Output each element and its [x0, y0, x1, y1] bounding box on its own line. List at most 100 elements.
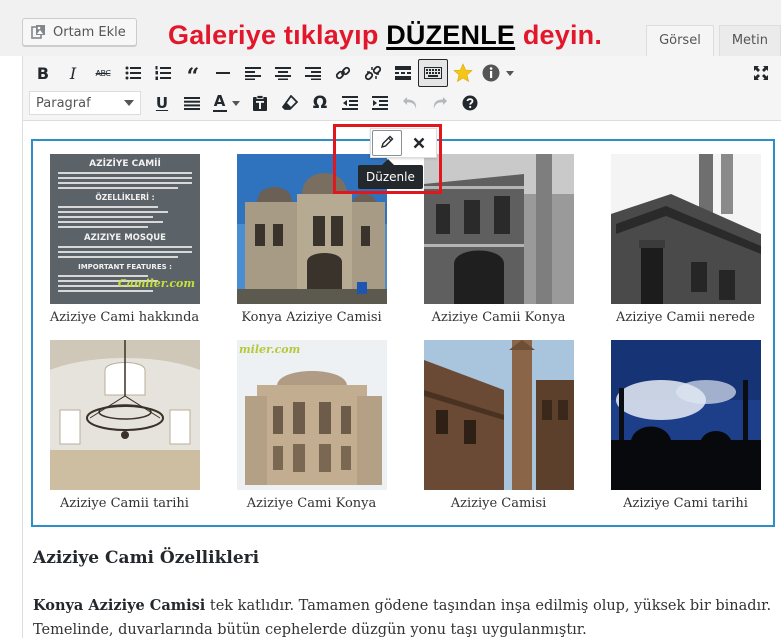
- redo-button[interactable]: [425, 89, 455, 117]
- add-media-label: Ortam Ekle: [53, 24, 126, 40]
- help-button[interactable]: [455, 89, 485, 117]
- align-center-button[interactable]: [268, 59, 298, 87]
- outdent-icon: [342, 96, 358, 110]
- clipboard-icon: [252, 95, 268, 111]
- add-media-button[interactable]: Ortam Ekle: [22, 18, 137, 46]
- tab-visual[interactable]: Görsel: [646, 25, 714, 56]
- instruction-text-end: deyin.: [515, 20, 603, 50]
- gallery-item[interactable]: Aziziye Camii Konya: [411, 154, 586, 325]
- remove-gallery-button[interactable]: [403, 129, 435, 157]
- format-select[interactable]: Paragraf: [29, 91, 141, 115]
- gallery-item[interactable]: Aziziye Camii tarihi: [37, 340, 212, 511]
- redo-icon: [432, 96, 448, 110]
- remove-link-button[interactable]: [358, 59, 388, 87]
- strikethrough-icon: ABC: [95, 68, 111, 78]
- outdent-button[interactable]: [335, 89, 365, 117]
- special-character-button[interactable]: Ω: [305, 89, 335, 117]
- gallery-edit-toolbar: [370, 128, 437, 158]
- edit-tooltip: Düzenle: [358, 159, 423, 189]
- info-button[interactable]: [478, 59, 518, 87]
- bold-icon: B: [36, 63, 50, 83]
- text-color-icon: A: [212, 92, 227, 112]
- underline-icon: U: [155, 94, 169, 112]
- horizontal-line-button[interactable]: [208, 59, 238, 87]
- paste-as-text-button[interactable]: [245, 89, 275, 117]
- bullet-list-icon: [125, 66, 141, 80]
- clear-formatting-button[interactable]: [275, 89, 305, 117]
- bold-button[interactable]: B: [28, 59, 58, 87]
- close-icon: [413, 134, 425, 153]
- gallery-caption: Aziziye Camii Konya: [431, 310, 566, 325]
- sign-english-title: AZIZIYE MOSQUE: [84, 233, 166, 243]
- link-icon: [335, 65, 351, 81]
- fullscreen-icon: [753, 65, 769, 81]
- undo-button[interactable]: [395, 89, 425, 117]
- content-heading[interactable]: Aziziye Cami Özellikleri: [33, 548, 259, 568]
- gallery-caption: Konya Aziziye Camisi: [241, 310, 382, 325]
- gallery-caption: Aziziye Cami tarihi: [623, 496, 748, 511]
- watermark-text: Camiler.com: [117, 277, 194, 290]
- indent-icon: [372, 96, 388, 110]
- read-more-button[interactable]: [388, 59, 418, 87]
- gallery-image: [610, 340, 761, 490]
- numbered-list-button[interactable]: [148, 59, 178, 87]
- underline-button[interactable]: U: [147, 89, 177, 117]
- align-left-icon: [245, 66, 261, 80]
- media-icon: [31, 24, 47, 40]
- gallery-caption: Aziziye Cami Konya: [246, 496, 377, 511]
- sign-english-subtitle: IMPORTANT FEATURES :: [78, 263, 172, 271]
- horizontal-line-icon: [216, 71, 230, 75]
- instruction-text: Galeriye tıklayıp: [168, 20, 387, 50]
- toolbar-toggle-button[interactable]: [418, 59, 448, 87]
- omega-icon: Ω: [312, 93, 328, 113]
- justify-icon: [184, 96, 200, 110]
- content-paragraph[interactable]: Konya Aziziye Camisi tek katlıdır. Tamam…: [33, 594, 773, 642]
- star-icon: [453, 63, 473, 83]
- edit-gallery-button[interactable]: [372, 130, 402, 156]
- strikethrough-button[interactable]: ABC: [88, 59, 118, 87]
- instruction-overlay: Galeriye tıklayıp DÜZENLE deyin.: [168, 20, 602, 51]
- align-right-icon: [305, 66, 321, 80]
- pencil-icon: [380, 134, 394, 153]
- watermark-text: miler.com: [239, 343, 300, 356]
- blockquote-button[interactable]: “: [178, 59, 208, 88]
- text-color-dropdown-icon: [231, 100, 240, 106]
- undo-icon: [402, 96, 418, 110]
- gallery-item[interactable]: Aziziye Cami tarihi: [598, 340, 773, 511]
- italic-button[interactable]: I: [58, 59, 88, 87]
- gallery-image: [423, 340, 574, 490]
- fullscreen-button[interactable]: [746, 59, 776, 87]
- chevron-down-icon: [124, 100, 134, 106]
- gallery-image: [49, 340, 200, 490]
- gallery-item[interactable]: Aziziye Camii nerede: [598, 154, 773, 325]
- editor-tabs: Görsel Metin: [641, 25, 781, 56]
- align-left-button[interactable]: [238, 59, 268, 87]
- toolbar-row-2: Paragraf U A Ω: [23, 88, 485, 118]
- text-color-button[interactable]: A: [207, 89, 245, 117]
- insert-link-button[interactable]: [328, 59, 358, 87]
- editor-toolbar: B I ABC “ Paragraf U A Ω: [23, 56, 781, 121]
- keyboard-icon: [424, 67, 442, 79]
- star-button[interactable]: [448, 59, 478, 87]
- info-icon: [482, 63, 502, 83]
- gallery-block[interactable]: AZİZİYE CAMİİ ÖZELLİKLERİ : AZIZIYE MOSQ…: [31, 139, 775, 527]
- gallery-image: AZİZİYE CAMİİ ÖZELLİKLERİ : AZIZIYE MOSQ…: [49, 154, 200, 304]
- instruction-keyword: DÜZENLE: [386, 20, 516, 50]
- gallery-image: [610, 154, 761, 304]
- numbered-list-icon: [155, 66, 171, 80]
- sign-title: AZİZİYE CAMİİ: [89, 158, 161, 169]
- gallery-caption: Aziziye Camisi: [450, 496, 547, 511]
- bullet-list-button[interactable]: [118, 59, 148, 87]
- read-more-icon: [395, 66, 411, 80]
- indent-button[interactable]: [365, 89, 395, 117]
- info-dropdown-icon: [506, 70, 514, 76]
- gallery-image: miler.com: [236, 340, 387, 490]
- sign-subtitle: ÖZELLİKLERİ :: [95, 193, 154, 202]
- align-right-button[interactable]: [298, 59, 328, 87]
- gallery-item[interactable]: miler.com Aziziye Cami Konya: [224, 340, 399, 511]
- gallery-item[interactable]: Aziziye Camisi: [411, 340, 586, 511]
- tab-text[interactable]: Metin: [718, 25, 781, 56]
- gallery-item[interactable]: AZİZİYE CAMİİ ÖZELLİKLERİ : AZIZIYE MOSQ…: [37, 154, 212, 325]
- justify-button[interactable]: [177, 89, 207, 117]
- help-icon: [462, 95, 478, 111]
